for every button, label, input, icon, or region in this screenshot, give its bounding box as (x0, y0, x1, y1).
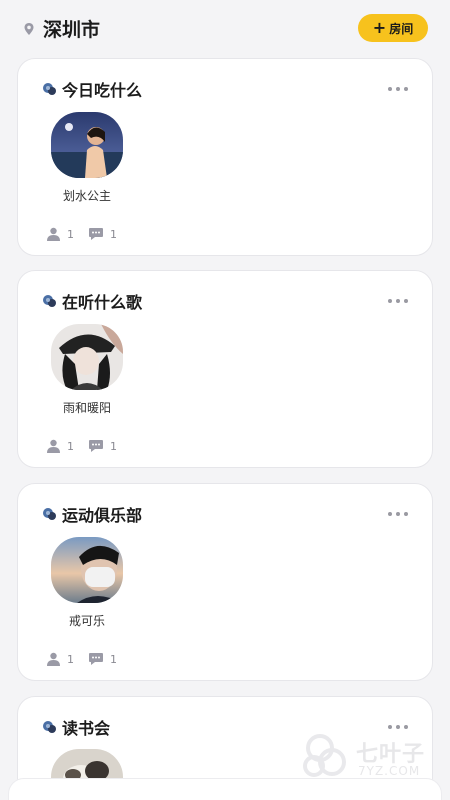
people-count: 1 (67, 227, 74, 241)
plus-icon: + (372, 18, 387, 37)
member-name: 戒可乐 (68, 614, 105, 628)
member-name: 雨和暖阳 (62, 401, 111, 415)
room-stats: 1 1 (46, 439, 131, 453)
room-title: 在听什么歌 (62, 293, 143, 312)
watermark-logo: 七叶子 7YZ.COM (298, 730, 438, 784)
more-options-icon[interactable] (388, 509, 408, 519)
room-title: 运动俱乐部 (62, 506, 143, 525)
people-count: 1 (67, 439, 74, 453)
room-chat-icon (42, 720, 57, 735)
person-icon (47, 439, 60, 453)
room-stats: 1 1 (46, 652, 131, 666)
more-options-icon[interactable] (388, 84, 408, 94)
room-card[interactable]: 今日吃什么 划水公主 1 1 (17, 58, 433, 256)
comment-count: 1 (110, 227, 117, 241)
more-options-icon[interactable] (388, 296, 408, 306)
member-avatar[interactable] (51, 537, 123, 603)
city-label: 深圳市 (43, 18, 101, 41)
room-chat-icon (42, 507, 57, 522)
comment-icon (89, 440, 103, 452)
person-icon (47, 227, 60, 241)
location-pin-icon (22, 21, 36, 35)
person-icon (47, 652, 60, 666)
room-stats: 1 1 (46, 227, 131, 241)
add-room-button[interactable]: + 房间 (358, 14, 428, 42)
member-avatar[interactable] (51, 324, 123, 390)
leaf-logo-icon (303, 734, 346, 777)
member-avatar[interactable] (51, 112, 123, 178)
room-card[interactable]: 在听什么歌 雨和暖阳 1 1 (17, 270, 433, 468)
top-header: 深圳市 + 房间 (0, 0, 450, 56)
add-room-label: 房间 (389, 21, 414, 36)
room-chat-icon (42, 82, 57, 97)
room-title: 读书会 (62, 719, 111, 738)
location-selector[interactable]: 深圳市 (22, 15, 100, 42)
member-name: 划水公主 (62, 189, 111, 203)
comment-icon (89, 653, 103, 665)
comment-count: 1 (110, 652, 117, 666)
comment-count: 1 (110, 439, 117, 453)
watermark-subtext: 7YZ.COM (358, 764, 421, 778)
room-title: 今日吃什么 (62, 81, 143, 100)
people-count: 1 (67, 652, 74, 666)
comment-icon (89, 228, 103, 240)
room-card[interactable]: 运动俱乐部 戒可乐 1 1 (17, 483, 433, 681)
room-chat-icon (42, 294, 57, 309)
